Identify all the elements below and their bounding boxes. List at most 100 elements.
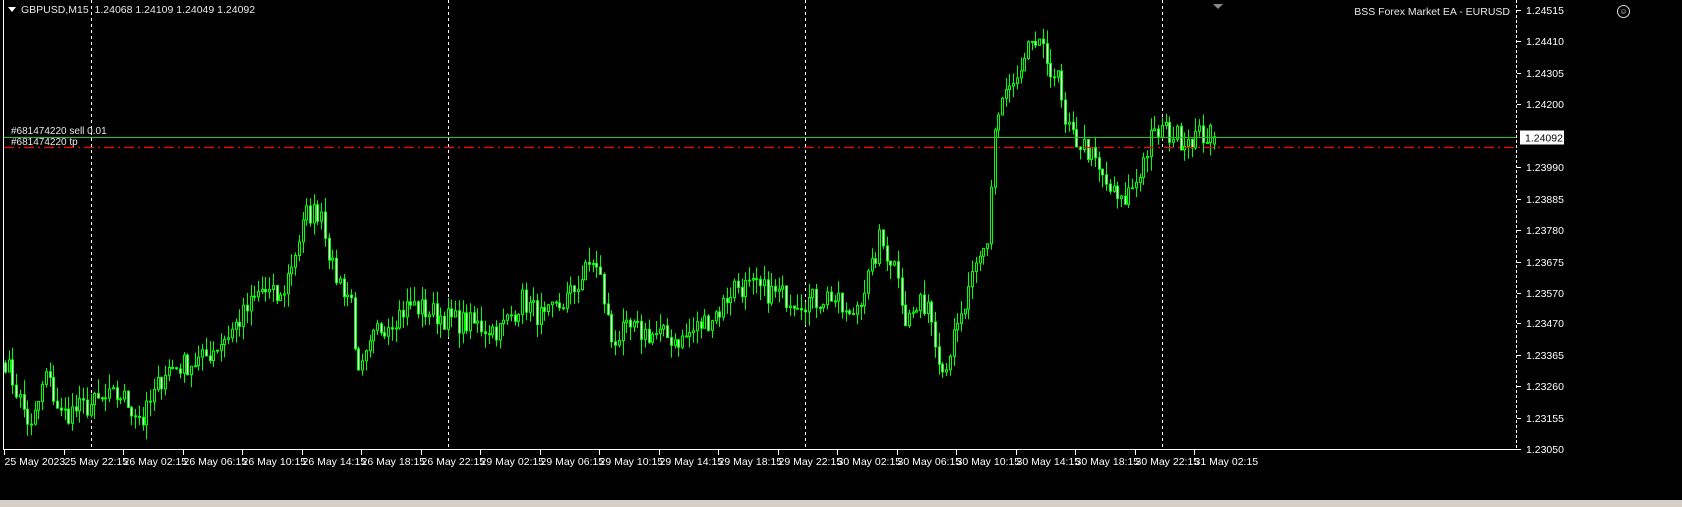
candle <box>8 350 11 373</box>
candle <box>123 383 126 403</box>
candle <box>145 391 148 440</box>
candle <box>361 353 364 376</box>
candle-body <box>264 288 267 293</box>
candle <box>142 407 145 431</box>
price-chart[interactable]: 1.24515 1.24410 1.24305 1.24200 1.23990 1.238… <box>0 0 1682 507</box>
candle-body <box>990 186 993 245</box>
candle-body <box>703 315 706 329</box>
candle <box>328 233 331 270</box>
candle <box>4 360 7 374</box>
candle-body <box>677 339 680 348</box>
candle-body <box>1127 187 1130 205</box>
candle <box>967 272 970 320</box>
candle-body <box>979 255 982 264</box>
candle-body <box>488 333 491 336</box>
candle-body <box>741 286 744 298</box>
candle-body <box>145 400 148 426</box>
candle <box>1113 176 1116 193</box>
candle-body <box>886 245 889 262</box>
candle-body <box>309 205 312 224</box>
candle-body <box>927 301 930 315</box>
chart-shift-marker[interactable] <box>1213 4 1223 9</box>
candle-body <box>1038 38 1041 46</box>
candle-body <box>830 291 833 302</box>
candle <box>811 288 814 309</box>
candle-body <box>599 266 602 275</box>
candle-body <box>934 321 937 348</box>
candle <box>469 303 472 340</box>
candle-body <box>919 294 922 312</box>
smiley-icon[interactable]: ☺ <box>1617 5 1630 18</box>
candle <box>1165 113 1168 130</box>
candle <box>1064 92 1067 134</box>
candle-body <box>804 309 807 313</box>
time-tick-label: 30 May 10:15 <box>957 456 1021 468</box>
candle-body <box>1168 121 1171 143</box>
candle-body <box>343 278 346 298</box>
candle-body <box>197 356 200 367</box>
candle-body <box>685 335 688 338</box>
candle <box>949 354 952 376</box>
candle <box>1053 68 1056 87</box>
candle <box>268 277 271 299</box>
candle-body <box>369 340 372 352</box>
candle <box>551 301 554 318</box>
candle-body <box>622 321 625 341</box>
candle <box>257 281 260 302</box>
candle-body <box>871 258 874 272</box>
candle <box>153 378 156 411</box>
candle-body <box>1023 57 1026 72</box>
candle-body <box>949 355 952 371</box>
candle <box>555 300 558 307</box>
candle-body <box>897 261 900 279</box>
candle <box>261 276 264 295</box>
candle-body <box>432 303 435 316</box>
candle <box>75 394 78 418</box>
price-tick-label: 1.24515 <box>1526 5 1564 17</box>
candle <box>834 295 837 308</box>
candle <box>30 413 33 436</box>
candle <box>901 267 904 314</box>
candle-body <box>729 297 732 304</box>
candle-body <box>223 338 226 346</box>
candle-body <box>52 376 55 402</box>
candle <box>324 198 327 247</box>
candle <box>1161 117 1164 140</box>
candle <box>276 284 279 304</box>
candle <box>1046 30 1049 76</box>
candle-body <box>424 299 427 318</box>
candle <box>789 294 792 316</box>
candle-body <box>733 280 736 299</box>
candle-body <box>34 409 37 425</box>
candle-body <box>822 304 825 309</box>
candle <box>157 365 160 392</box>
candle-body <box>815 288 818 308</box>
candle-body <box>168 366 171 376</box>
candle-body <box>674 339 677 346</box>
candle <box>209 341 212 364</box>
candle <box>532 287 535 317</box>
candle <box>543 301 546 321</box>
dropdown-triangle-icon[interactable] <box>8 7 16 12</box>
candle <box>424 289 427 325</box>
candle-body <box>190 365 193 376</box>
candle <box>480 306 483 337</box>
candle <box>1194 118 1197 150</box>
candle <box>514 310 517 326</box>
candle <box>305 198 308 226</box>
candle-body <box>960 313 963 324</box>
candle <box>186 353 189 376</box>
candle <box>752 273 755 295</box>
candle-body <box>901 277 904 306</box>
candle <box>331 249 334 270</box>
price-tick-label: 1.23470 <box>1526 318 1564 330</box>
price-tick-label: 1.23260 <box>1526 381 1564 393</box>
candle-body <box>1031 40 1034 43</box>
candle-body <box>584 261 587 281</box>
price-tick-label: 1.23990 <box>1526 162 1564 174</box>
candle-body <box>837 292 840 302</box>
candle-body <box>41 383 44 403</box>
candle-body <box>670 337 673 346</box>
time-tick-label: 26 May 06:15 <box>184 456 248 468</box>
candle-body <box>938 346 941 365</box>
